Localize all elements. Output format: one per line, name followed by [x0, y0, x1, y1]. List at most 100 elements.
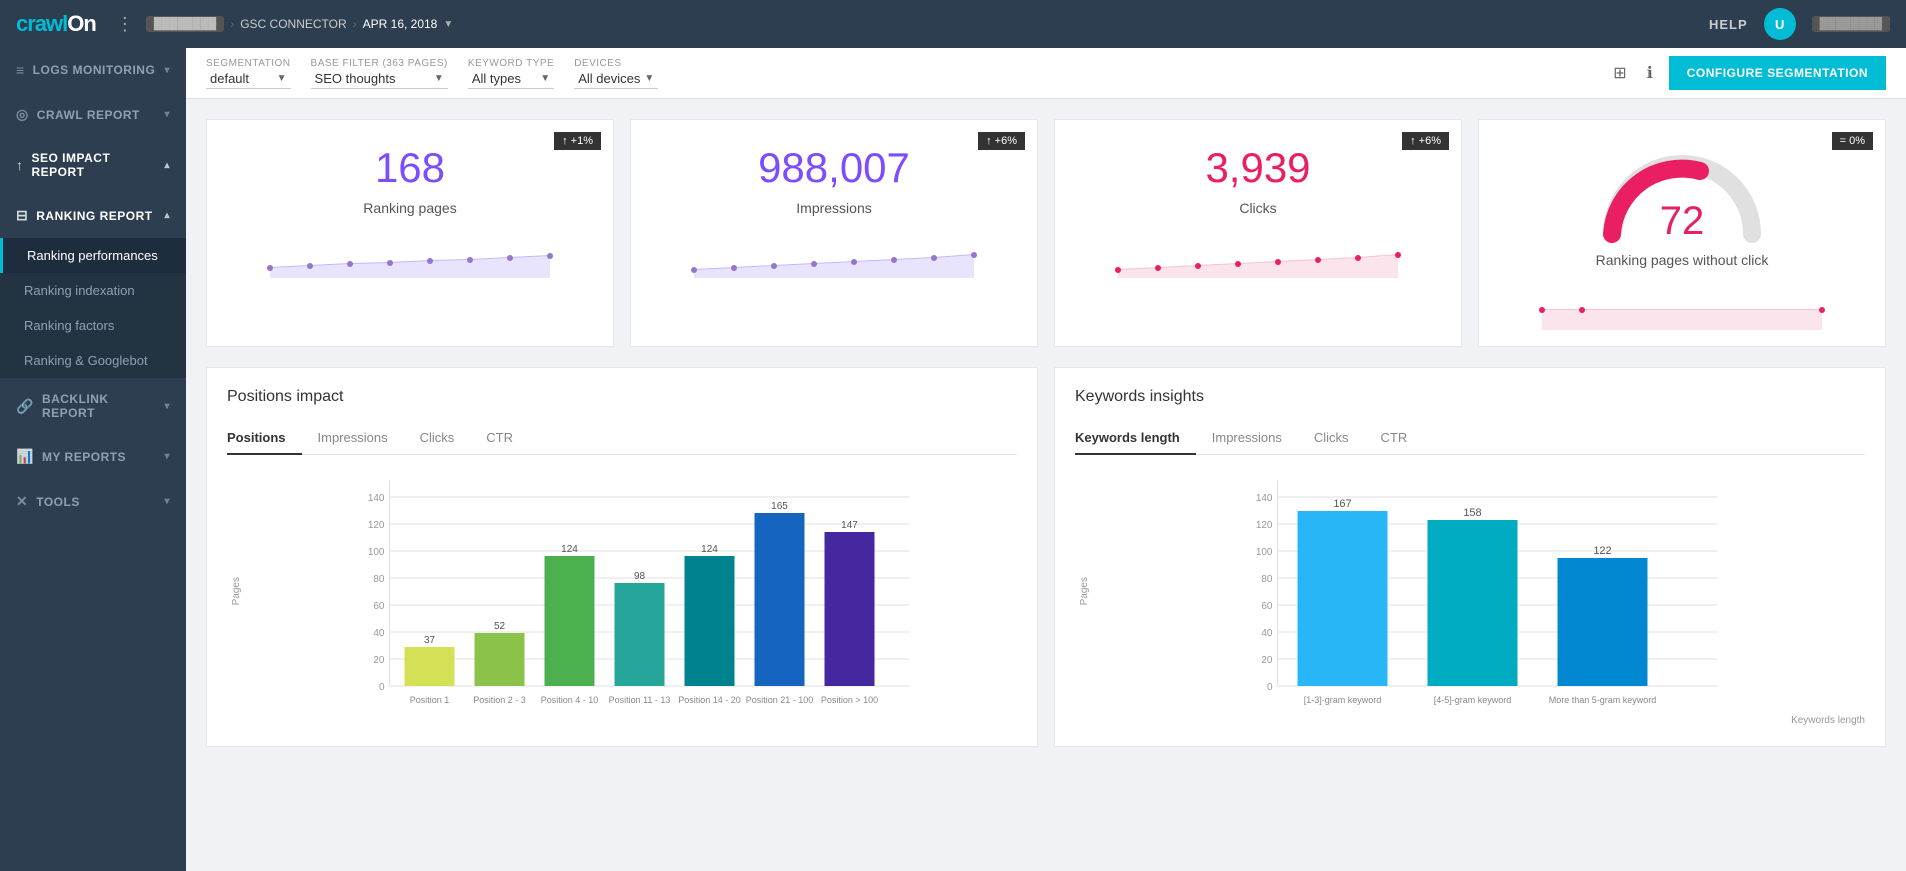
keywords-insights-tabs: Keywords length Impressions Clicks CTR: [1075, 422, 1865, 455]
keywords-insights-panel: Keywords insights Keywords length Impres…: [1054, 367, 1886, 747]
sidebar-item-crawl-report[interactable]: ◎ CRAWL REPORT ▾: [0, 92, 186, 137]
chevron-crawl: ▾: [164, 109, 170, 120]
tab-ctr-kw[interactable]: CTR: [1365, 422, 1424, 455]
svg-text:165: 165: [771, 501, 788, 512]
sidebar-label-seo: SEO IMPACT REPORT: [32, 151, 157, 179]
svg-text:80: 80: [1261, 574, 1273, 585]
sparkline-impressions: [651, 228, 1017, 278]
kpi-badge-ranking-pages: ↑ +1%: [554, 132, 601, 150]
svg-text:158: 158: [1463, 507, 1481, 519]
logs-icon: ≡: [16, 62, 25, 78]
devices-select[interactable]: All devices ▼: [574, 69, 658, 89]
sidebar-item-tools[interactable]: ✕ TOOLS ▾: [0, 479, 186, 524]
svg-text:Position 14 - 20: Position 14 - 20: [678, 695, 741, 705]
username: ████████: [1812, 16, 1890, 32]
main-content: ↑ +1% 168 Ranking pages: [186, 99, 1906, 871]
menu-dots[interactable]: ⋮: [116, 14, 134, 35]
bar-1-3-gram: [1298, 511, 1388, 686]
segmentation-arrow: ▼: [277, 73, 287, 84]
keywords-insights-title: Keywords insights: [1075, 388, 1865, 406]
bar-position14-20: [685, 556, 735, 686]
chevron-reports: ▾: [164, 451, 170, 462]
sidebar-label-reports: MY REPORTS: [42, 450, 126, 464]
positions-impact-title: Positions impact: [227, 388, 1017, 406]
kpi-card-clicks: ↑ +6% 3,939 Clicks: [1054, 119, 1462, 347]
help-button[interactable]: HELP: [1709, 17, 1748, 32]
gauge-value: 72: [1660, 199, 1705, 244]
keyword-type-arrow: ▼: [540, 73, 550, 84]
keywords-bar-chart: 0 20 40 60 80 100 120 140 167: [1090, 471, 1865, 711]
backlink-icon: 🔗: [16, 398, 34, 415]
sidebar-label-logs: LOGS MONITORING: [33, 63, 156, 77]
svg-text:120: 120: [1256, 520, 1273, 531]
svg-text:122: 122: [1593, 545, 1611, 557]
chevron-tools: ▾: [164, 496, 170, 507]
kpi-label-gauge: Ranking pages without click: [1596, 252, 1769, 268]
sidebar-item-ranking-report[interactable]: ⊟ RANKING REPORT ▴: [0, 193, 186, 238]
breadcrumb-sep-1: ›: [230, 17, 234, 31]
svg-text:140: 140: [1256, 493, 1273, 504]
svg-text:Position 2 - 3: Position 2 - 3: [473, 695, 526, 705]
export-pdf-button[interactable]: ⊞: [1609, 59, 1630, 87]
keyword-type-value: All types: [472, 71, 521, 86]
kpi-card-ranking-pages: ↑ +1% 168 Ranking pages: [206, 119, 614, 347]
tab-clicks-pos[interactable]: Clicks: [404, 422, 471, 455]
svg-text:40: 40: [1261, 628, 1273, 639]
kpi-label-ranking-pages: Ranking pages: [363, 200, 456, 216]
sparkline-ranking-pages: [227, 228, 593, 278]
breadcrumb: ████████ › GSC CONNECTOR › APR 16, 2018 …: [146, 16, 453, 32]
configure-segmentation-button[interactable]: CONFIGURE SEGMENTATION: [1669, 56, 1886, 90]
tab-positions[interactable]: Positions: [227, 422, 302, 455]
kpi-value-impressions: 988,007: [758, 144, 910, 192]
breadcrumb-item-2[interactable]: GSC CONNECTOR: [240, 17, 346, 31]
sparkline-gauge: [1499, 280, 1865, 330]
topbar-right: HELP U ████████: [1709, 8, 1890, 40]
keyword-type-filter: Keyword type All types ▼: [468, 58, 554, 89]
chevron-backlink: ▾: [164, 401, 170, 412]
tab-clicks-kw[interactable]: Clicks: [1298, 422, 1365, 455]
sidebar-label-crawl: CRAWL REPORT: [37, 108, 140, 122]
svg-text:120: 120: [368, 520, 385, 531]
kpi-label-impressions: Impressions: [796, 200, 871, 216]
svg-text:Position 1: Position 1: [410, 695, 450, 705]
tools-icon: ✕: [16, 493, 28, 510]
keywords-chart-area: Pages: [1075, 471, 1865, 711]
bar-5plus-gram: [1558, 558, 1648, 686]
sidebar-label-backlink: BACKLINK REPORT: [42, 392, 157, 420]
seo-icon: ↑: [16, 157, 24, 173]
svg-text:124: 124: [701, 544, 718, 555]
segmentation-select[interactable]: default ▼: [206, 69, 291, 89]
sidebar-item-my-reports[interactable]: 📊 MY REPORTS ▾: [0, 434, 186, 479]
filter-bar-right: ⊞ ℹ CONFIGURE SEGMENTATION: [1609, 56, 1886, 90]
keyword-type-label: Keyword type: [468, 58, 554, 69]
base-filter: Base filter (363 pages) SEO thoughts ▼: [311, 58, 448, 89]
sidebar-item-seo-impact[interactable]: ↑ SEO IMPACT REPORT ▴: [0, 137, 186, 193]
sidebar-subitem-ranking-indexation[interactable]: Ranking indexation: [0, 273, 186, 308]
tab-impressions-pos[interactable]: Impressions: [302, 422, 404, 455]
svg-text:0: 0: [1267, 682, 1273, 693]
positions-chart-area: Pages: [227, 471, 1017, 711]
chevron-seo: ▴: [164, 160, 170, 171]
sidebar-item-backlink[interactable]: 🔗 BACKLINK REPORT ▾: [0, 378, 186, 434]
sidebar-subitem-ranking-performances[interactable]: Ranking performances: [0, 238, 186, 273]
svg-text:100: 100: [368, 547, 385, 558]
tab-ctr-pos[interactable]: CTR: [470, 422, 529, 455]
tab-keywords-length[interactable]: Keywords length: [1075, 422, 1196, 455]
svg-text:98: 98: [634, 571, 646, 582]
sidebar-item-logs-monitoring[interactable]: ≡ LOGS MONITORING ▾: [0, 48, 186, 92]
svg-text:140: 140: [368, 493, 385, 504]
bar-position2-3: [475, 633, 525, 686]
keyword-type-select[interactable]: All types ▼: [468, 69, 554, 89]
avatar[interactable]: U: [1764, 8, 1796, 40]
info-button[interactable]: ℹ: [1643, 59, 1657, 87]
svg-text:[1-3]-gram keyword: [1-3]-gram keyword: [1304, 695, 1382, 705]
sidebar-subitem-ranking-factors[interactable]: Ranking factors: [0, 308, 186, 343]
breadcrumb-dropdown-icon[interactable]: ▼: [443, 19, 453, 30]
kpi-row: ↑ +1% 168 Ranking pages: [206, 119, 1886, 347]
tab-impressions-kw[interactable]: Impressions: [1196, 422, 1298, 455]
breadcrumb-item-3[interactable]: APR 16, 2018: [363, 17, 438, 31]
sidebar-subitem-ranking-googlebot[interactable]: Ranking & Googlebot: [0, 343, 186, 378]
segmentation-value: default: [210, 71, 249, 86]
base-filter-select[interactable]: SEO thoughts ▼: [311, 69, 448, 89]
filter-bar: Segmentation default ▼ Base filter (363 …: [186, 48, 1906, 99]
